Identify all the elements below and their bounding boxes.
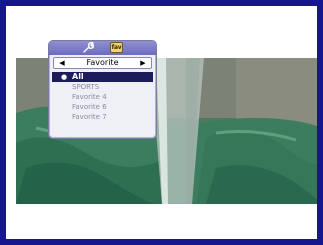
- arrow-left-icon[interactable]: ◀: [57, 58, 67, 68]
- arrow-right-icon[interactable]: ▶: [138, 58, 148, 68]
- group-selector[interactable]: ◀ Favorite ▶: [53, 57, 152, 69]
- list-item-favorite-7[interactable]: Favorite 7: [52, 112, 153, 122]
- list-item-label: All: [72, 72, 84, 81]
- channel-list-menu: fav ◀ Favorite ▶ ● All SPORTS Favorite 4…: [48, 40, 157, 139]
- list-item-label: SPORTS: [72, 83, 100, 91]
- group-selector-label: Favorite: [86, 58, 119, 67]
- list-item-label: Favorite 6: [72, 103, 107, 111]
- list-item-favorite-6[interactable]: Favorite 6: [52, 102, 153, 112]
- list-item-favorite-4[interactable]: Favorite 4: [52, 92, 153, 102]
- list-item-label: Favorite 4: [72, 93, 107, 101]
- tag-icon[interactable]: fav: [110, 42, 123, 53]
- channel-list: ● All SPORTS Favorite 4 Favorite 6 Favor…: [52, 72, 153, 122]
- list-item-sports[interactable]: SPORTS: [52, 82, 153, 92]
- selected-dot-icon: ●: [61, 73, 68, 81]
- menu-header: fav: [49, 41, 156, 55]
- wrench-icon[interactable]: [82, 42, 94, 53]
- list-item-label: Favorite 7: [72, 113, 107, 121]
- list-item-all[interactable]: ● All: [52, 72, 153, 82]
- tv-screen: fav ◀ Favorite ▶ ● All SPORTS Favorite 4…: [0, 0, 323, 245]
